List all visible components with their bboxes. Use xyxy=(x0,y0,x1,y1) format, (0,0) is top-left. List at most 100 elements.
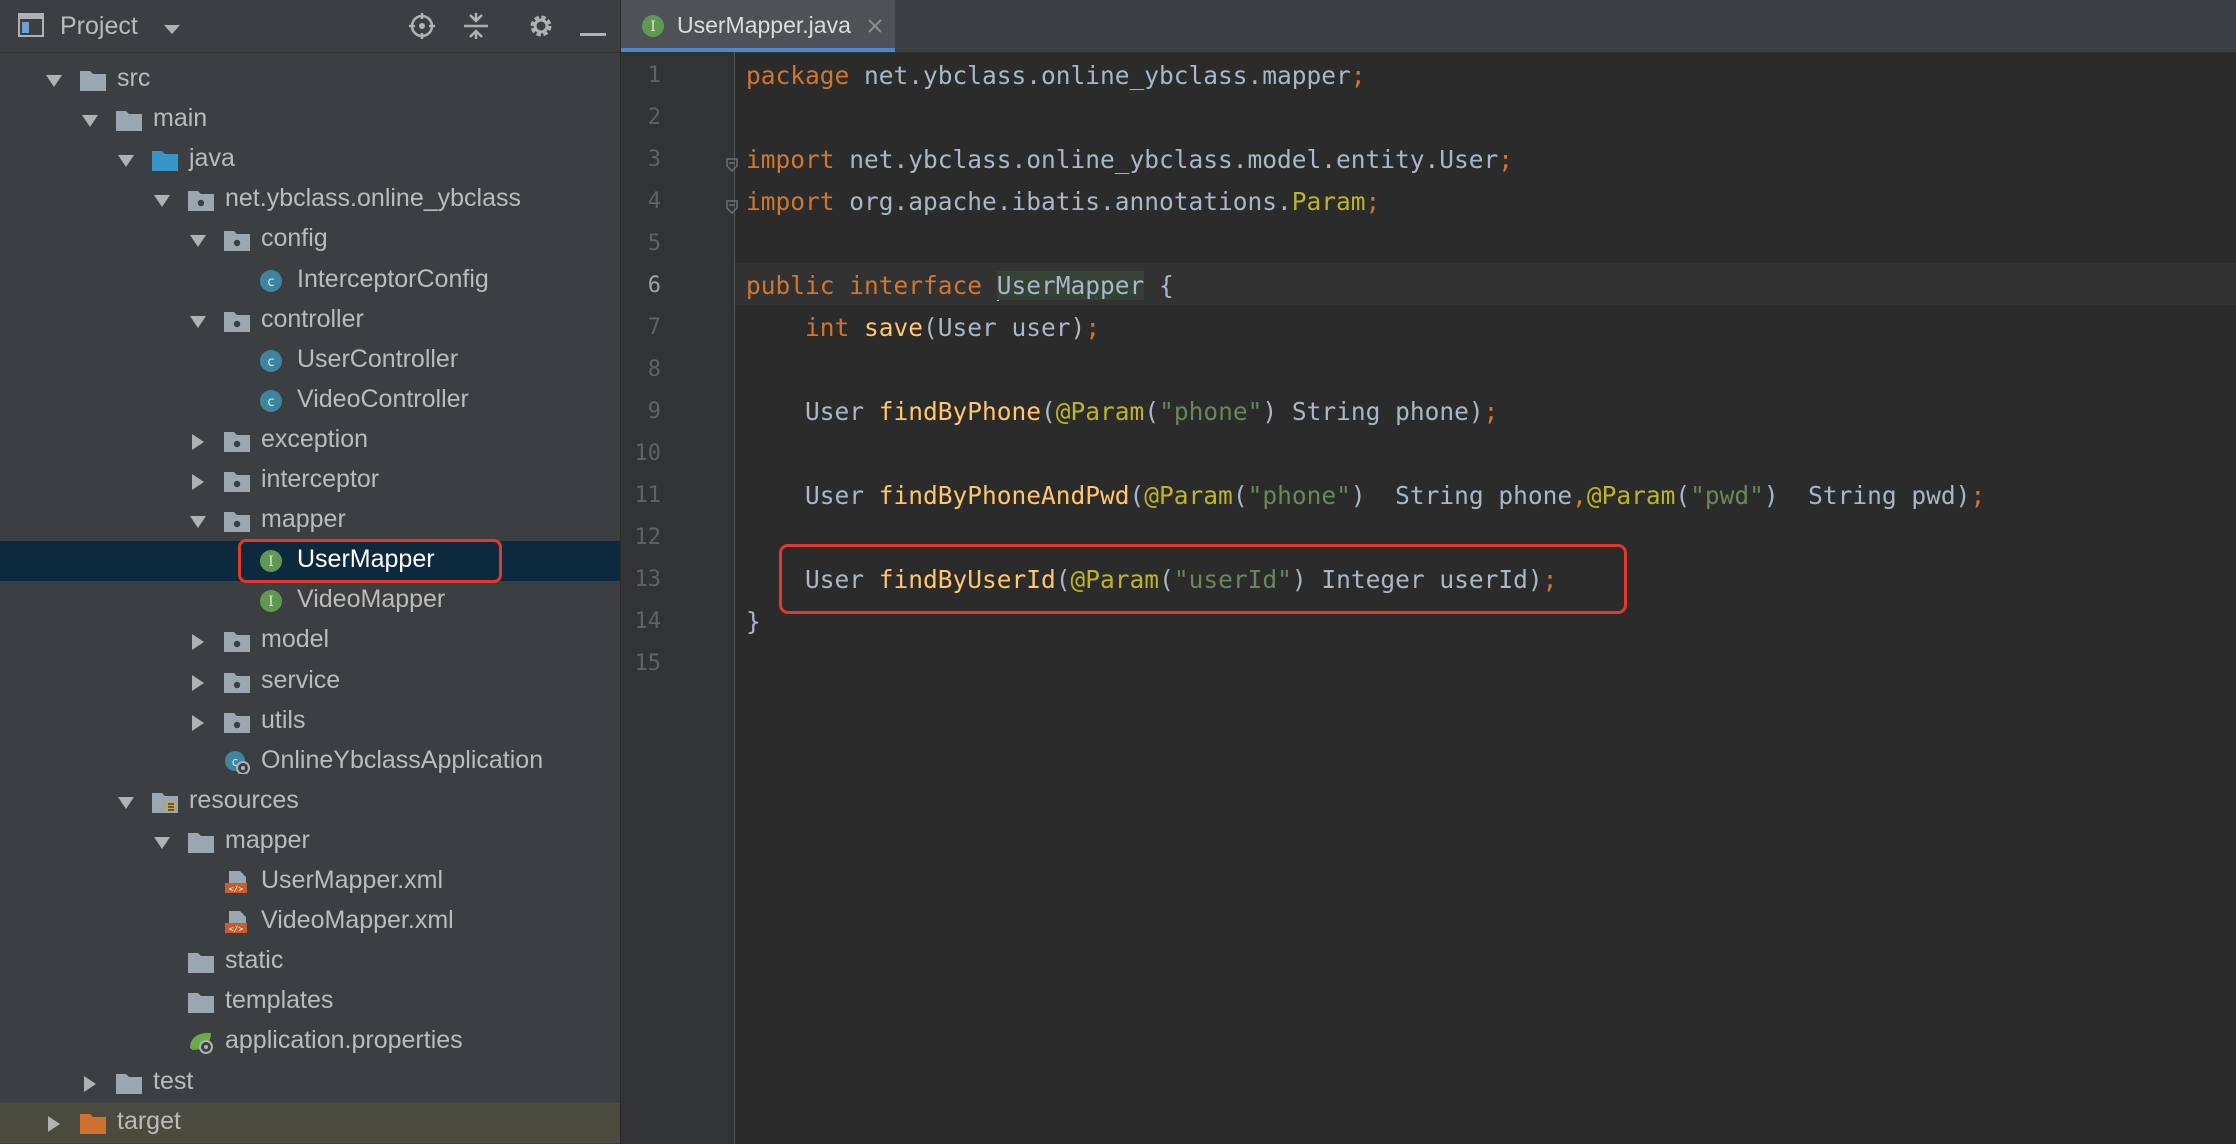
tree-item-onlineybclassapplication[interactable]: c OnlineYbclassApplication xyxy=(0,742,620,782)
tree-item-target[interactable]: target xyxy=(0,1102,620,1143)
xml-file-icon: </> xyxy=(223,870,251,894)
tree-item-test[interactable]: test xyxy=(0,1063,620,1103)
code-token: ; xyxy=(1350,61,1366,90)
tree-item-exception[interactable]: exception xyxy=(0,421,620,461)
expanded-arrow-icon[interactable] xyxy=(189,513,207,531)
interface-icon: I xyxy=(259,589,287,613)
package-icon xyxy=(223,710,251,734)
collapsed-arrow-icon[interactable] xyxy=(189,473,207,491)
collapsed-arrow-icon[interactable] xyxy=(81,1075,99,1093)
tree-item-mapper[interactable]: mapper xyxy=(0,822,620,862)
tree-item-utils[interactable]: utils xyxy=(0,702,620,742)
tree-item-model[interactable]: model xyxy=(0,621,620,661)
svg-text:c: c xyxy=(267,275,274,290)
code-token: ; xyxy=(1970,481,1986,510)
spring-boot-class-icon: c xyxy=(223,750,251,775)
line-number: 5 xyxy=(647,231,661,256)
tree-item-application-properties[interactable]: application.properties xyxy=(0,1022,620,1062)
dropdown-icon[interactable] xyxy=(164,22,180,40)
tree-item-videocontroller[interactable]: c VideoController xyxy=(0,381,620,421)
collapsed-arrow-icon[interactable] xyxy=(189,714,207,732)
minimize-icon[interactable] xyxy=(580,24,606,42)
line-number: 14 xyxy=(634,609,662,634)
class-icon: c xyxy=(259,269,287,293)
expanded-arrow-icon[interactable] xyxy=(81,112,99,130)
tree-item-label: main xyxy=(153,104,208,133)
tree-item-usercontroller[interactable]: c UserController xyxy=(0,341,620,381)
tree-item-controller[interactable]: controller xyxy=(0,301,620,341)
svg-text:c: c xyxy=(267,355,274,370)
tree-item-videomapper[interactable]: I VideoMapper xyxy=(0,581,620,621)
tree-item-label: OnlineYbclassApplication xyxy=(261,745,544,774)
tree-item-label: mapper xyxy=(225,825,310,854)
project-panel-header: Project xyxy=(0,0,620,53)
expanded-arrow-icon[interactable] xyxy=(153,834,171,852)
settings-icon[interactable] xyxy=(527,12,555,45)
panel-title[interactable]: Project xyxy=(60,12,138,41)
code-line[interactable]: } xyxy=(746,601,761,643)
code-line[interactable]: User findByPhoneAndPwd(@Param("phone") S… xyxy=(746,475,1985,517)
code-line[interactable]: import org.apache.ibatis.annotations.Par… xyxy=(746,181,1380,223)
expanded-arrow-icon[interactable] xyxy=(189,232,207,250)
collapse-all-icon[interactable] xyxy=(462,12,490,45)
tree-item-mapper[interactable]: mapper xyxy=(0,501,620,541)
folder-icon xyxy=(187,990,215,1014)
locate-icon[interactable] xyxy=(408,12,436,45)
code-line[interactable]: int save(User user); xyxy=(746,307,1100,349)
code-token: ) String phone) xyxy=(1262,397,1484,426)
expanded-arrow-icon[interactable] xyxy=(117,794,135,812)
tree-item-interceptor[interactable]: interceptor xyxy=(0,461,620,501)
tree-item-videomapper-xml[interactable]: </> VideoMapper.xml xyxy=(0,902,620,942)
tree-item-label: net.ybclass.online_ybclass xyxy=(225,184,521,213)
tree-item-interceptorconfig[interactable]: c InterceptorConfig xyxy=(0,261,620,301)
tree-item-net-ybclass-online-ybclass[interactable]: net.ybclass.online_ybclass xyxy=(0,180,620,220)
code-token: org.apache.ibatis.annotations. xyxy=(849,187,1292,216)
fold-marker-icon[interactable] xyxy=(725,200,739,215)
code-line[interactable]: package net.ybclass.online_ybclass.mappe… xyxy=(746,55,1366,97)
svg-text:I: I xyxy=(650,19,656,35)
code-token: ) String pwd) xyxy=(1763,481,1971,510)
tree-item-main[interactable]: main xyxy=(0,100,620,140)
tree-item-label: interceptor xyxy=(261,465,380,493)
expanded-arrow-icon[interactable] xyxy=(117,152,135,170)
code-token: ( xyxy=(1675,481,1691,510)
tree-item-java[interactable]: java xyxy=(0,140,620,180)
expanded-arrow-icon[interactable] xyxy=(45,72,63,90)
tree-item-config[interactable]: config xyxy=(0,220,620,260)
line-number: 7 xyxy=(647,315,661,340)
collapsed-arrow-icon[interactable] xyxy=(189,674,207,692)
collapsed-arrow-icon[interactable] xyxy=(189,633,207,651)
code-token: int xyxy=(805,313,865,342)
code-line[interactable]: import net.ybclass.online_ybclass.model.… xyxy=(746,139,1513,181)
project-panel: Project src main java net.ybclass.online_yb… xyxy=(0,0,621,1144)
code-line[interactable]: public interface UserMapper { xyxy=(746,265,1174,307)
code-token: ) String phone xyxy=(1350,481,1573,510)
code-token: ( xyxy=(1144,397,1160,426)
code-token: package xyxy=(746,61,865,90)
collapsed-arrow-icon[interactable] xyxy=(189,433,207,451)
code-token: ( xyxy=(1129,481,1145,510)
class-icon: c xyxy=(259,349,287,373)
close-icon[interactable] xyxy=(867,18,883,39)
tree-item-service[interactable]: service xyxy=(0,662,620,702)
line-number: 6 xyxy=(647,273,661,298)
package-icon xyxy=(223,509,251,533)
expanded-arrow-icon[interactable] xyxy=(189,313,207,331)
tree-item-templates[interactable]: templates xyxy=(0,982,620,1022)
annotation-highlight-box xyxy=(779,544,1627,614)
tree-item-label: service xyxy=(261,665,341,694)
tree-item-label: config xyxy=(261,224,328,253)
collapsed-arrow-icon[interactable] xyxy=(45,1115,63,1133)
tab-usermapper-java[interactable]: I UserMapper.java xyxy=(621,0,895,52)
tree-item-usermapper-xml[interactable]: </> UserMapper.xml xyxy=(0,862,620,902)
folder-icon xyxy=(115,108,143,132)
tree-item-src[interactable]: src xyxy=(0,60,620,100)
code-line[interactable]: User findByPhone(@Param("phone") String … xyxy=(746,391,1498,433)
project-view-icon[interactable] xyxy=(18,13,44,42)
fold-marker-icon[interactable] xyxy=(725,158,739,173)
expanded-arrow-icon[interactable] xyxy=(153,192,171,210)
tree-item-resources[interactable]: resources xyxy=(0,782,620,822)
tree-item-static[interactable]: static xyxy=(0,942,620,982)
code-token: net.ybclass.online_ybclass.mapper xyxy=(864,61,1351,90)
